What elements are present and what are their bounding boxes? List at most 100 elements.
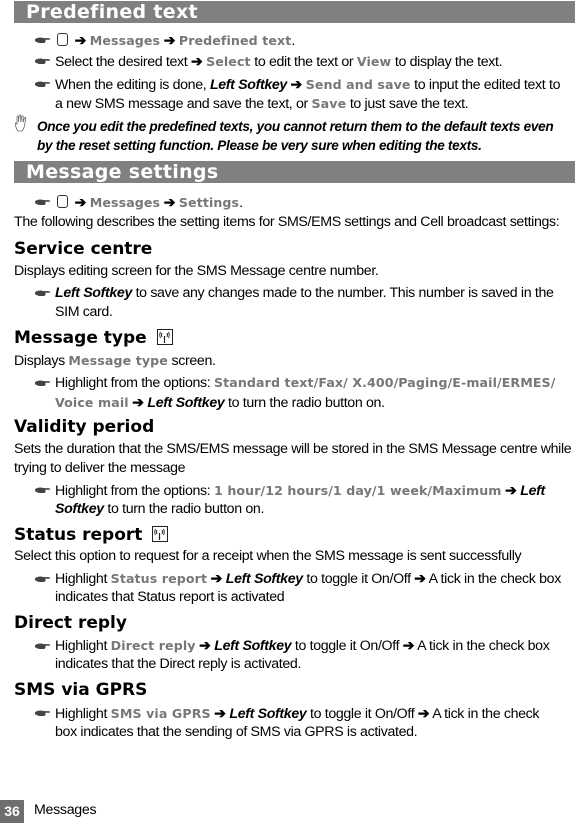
direct-reply-bullet-line1: Highlight Direct reply ➔ Left Softkey to…: [55, 636, 550, 656]
settings-intro: The following describes the setting item…: [14, 214, 560, 230]
text: Highlight: [55, 706, 108, 722]
section-header-message-settings: Message settings: [14, 161, 575, 183]
menu-messages: Messages: [89, 33, 161, 48]
pointer-hand-icon: [35, 36, 51, 44]
text: A tick in the check box: [428, 571, 562, 587]
arrow-icon: ➔: [74, 33, 87, 49]
text: Displays: [14, 353, 65, 369]
status-report-desc: Select this option to request for a rece…: [14, 548, 522, 564]
left-softkey-label: Left Softkey: [214, 638, 292, 654]
text: to just save the text.: [349, 96, 469, 112]
arrow-icon: ➔: [290, 77, 303, 93]
arrow-icon: ➔: [163, 33, 176, 49]
service-centre-desc: Displays editing screen for the SMS Mess…: [14, 263, 379, 279]
text: Highlight from the options:: [55, 375, 211, 391]
heading-direct-reply: Direct reply: [14, 613, 127, 633]
option-send-and-save: Send and save: [305, 77, 411, 92]
text: to toggle it On/Off: [306, 571, 411, 587]
caution-note-line1: Once you edit the predefined texts, you …: [37, 119, 554, 134]
text: A tick in the check: [432, 706, 540, 722]
arrow-icon: ➔: [190, 54, 203, 70]
left-softkey-label: Left Softkey: [147, 395, 225, 411]
caution-note-line2: by the reset setting function. Please be…: [37, 138, 482, 153]
text: to toggle it On/Off: [310, 706, 415, 722]
option-message-type: Message type: [68, 353, 168, 368]
option-direct-reply: Direct reply: [110, 638, 196, 653]
text: to turn the radio button on.: [228, 395, 385, 411]
pointer-hand-icon: [35, 379, 51, 387]
option-save: Save: [311, 96, 347, 111]
menu-key-icon: [57, 195, 68, 208]
sms-gprs-bullet-line1: Highlight SMS via GPRS ➔ Left Softkey to…: [55, 704, 540, 724]
text: a new SMS message and save the text, or: [55, 96, 308, 112]
network-dependent-icon: [156, 329, 173, 345]
menu-predefined-text: Predefined text: [178, 33, 292, 48]
message-type-desc: Displays Message type screen.: [14, 351, 216, 371]
pointer-hand-icon: [35, 57, 51, 65]
validity-bullet-line2: Softkey to turn the radio button on.: [55, 500, 264, 519]
left-softkey-label: Left Softkey: [229, 706, 307, 722]
message-type-bullet-line1: Highlight from the options: Standard tex…: [55, 373, 555, 393]
pointer-hand-icon: [35, 198, 51, 206]
direct-reply-bullet-line2: indicates that the Direct reply is activ…: [55, 656, 302, 672]
arrow-icon: ➔: [210, 571, 223, 587]
status-report-bullet-line1: Highlight Status report ➔ Left Softkey t…: [55, 569, 561, 589]
heading-sms-via-gprs: SMS via GPRS: [14, 680, 148, 700]
text: to edit the text or: [254, 54, 354, 70]
left-softkey-label: Left Softkey: [225, 571, 303, 587]
validity-bullet-line1: Highlight from the options: 1 hour/12 ho…: [55, 481, 545, 501]
left-softkey-label: Left: [520, 483, 545, 499]
option-voice-mail: Voice mail: [55, 395, 129, 410]
message-type-bullet-line2: Voice mail ➔ Left Softkey to turn the ra…: [55, 393, 385, 413]
heading-text: Status report: [14, 525, 143, 545]
arrow-icon: ➔: [199, 638, 211, 654]
softkey-label: Softkey: [55, 501, 104, 517]
arrow-icon: ➔: [214, 706, 226, 722]
text: A tick in the check box: [417, 638, 550, 654]
text: When the editing is done,: [55, 77, 207, 93]
option-select: Select: [206, 54, 251, 69]
text: to turn the radio button on.: [107, 501, 265, 517]
predefined-step-save-line2: a new SMS message and save the text, or …: [55, 94, 469, 114]
arrow-icon: ➔: [505, 483, 517, 499]
predefined-nav-path: ➔ Messages ➔ Predefined text.: [55, 31, 295, 51]
heading-service-centre: Service centre: [14, 239, 153, 259]
sms-gprs-bullet-line2: box indicates that the sending of SMS vi…: [55, 724, 418, 740]
arrow-icon: ➔: [402, 638, 415, 654]
pointer-hand-icon: [35, 289, 51, 297]
heading-message-type: Message type: [14, 328, 173, 348]
text: to save any changes made to the number. …: [135, 285, 554, 301]
arrow-icon: ➔: [417, 706, 430, 722]
caution-hand-icon: [14, 114, 27, 132]
text: to input the edited text to: [414, 77, 561, 93]
service-centre-bullet-line1: Left Softkey to save any changes made to…: [55, 284, 554, 303]
network-dependent-icon: [152, 526, 169, 542]
pointer-hand-icon: [35, 642, 51, 650]
arrow-icon: ➔: [132, 395, 144, 411]
option-view: View: [356, 54, 392, 69]
text: Highlight from the options:: [55, 483, 211, 499]
menu-key-icon: [57, 33, 68, 46]
text: Highlight: [55, 571, 108, 587]
pointer-hand-icon: [35, 80, 51, 88]
menu-messages: Messages: [89, 195, 161, 210]
validity-options: 1 hour/12 hours/1 day/1 week/Maximum: [213, 483, 502, 498]
message-type-options: Standard text/Fax/ X.400/Paging/E-mail/E…: [213, 375, 556, 390]
heading-text: Message type: [14, 328, 147, 348]
text: Select the desired text: [55, 54, 188, 70]
text: to display the text.: [394, 54, 503, 70]
chapter-label: Messages: [34, 802, 97, 818]
status-report-bullet-line2: indicates that Status report is activate…: [55, 589, 285, 605]
arrow-icon: ➔: [74, 195, 87, 211]
heading-validity-period: Validity period: [14, 417, 155, 437]
left-softkey-label: Left Softkey: [55, 285, 132, 301]
period: .: [291, 33, 295, 49]
service-centre-bullet-line2: SIM card.: [55, 304, 113, 320]
validity-desc-line2: trying to deliver the message: [14, 460, 186, 476]
text: to toggle it On/Off: [294, 638, 400, 654]
pointer-hand-icon: [35, 709, 51, 717]
period: .: [239, 195, 243, 211]
validity-desc-line1: Sets the duration that the SMS/EMS messa…: [14, 441, 572, 457]
text: screen.: [171, 353, 216, 369]
predefined-step-select: Select the desired text ➔ Select to edit…: [55, 52, 503, 72]
